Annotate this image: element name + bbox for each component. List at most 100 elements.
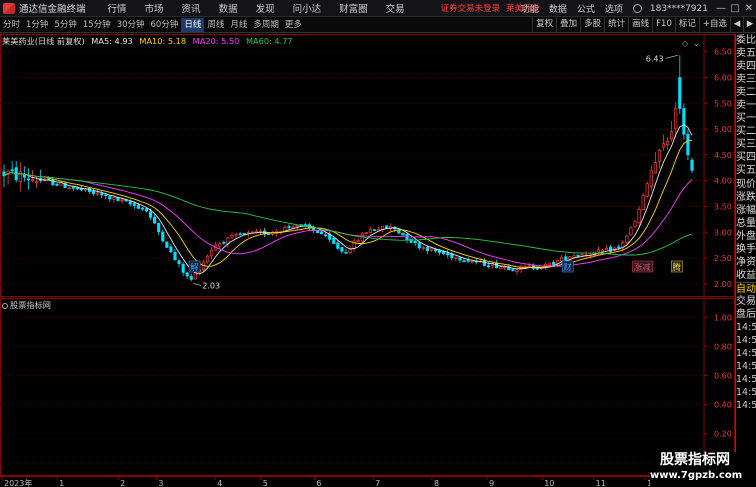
x-tick-label: 6	[316, 479, 321, 487]
candle-body	[173, 252, 177, 260]
candle-body	[165, 241, 169, 248]
kline-chart[interactable]: 6.50 6.00 5.50 5.00 4.50 4.00 3.50 3.00 2.50 2.00…	[0, 34, 735, 297]
candle-body	[210, 249, 214, 257]
tool-adjust[interactable]: 复权	[532, 17, 556, 32]
app-logo-icon	[3, 2, 15, 14]
candle-body	[128, 201, 132, 205]
book-section-label: 交易	[736, 295, 756, 307]
candle-body	[645, 183, 649, 197]
x-tick-label: 9	[489, 479, 494, 487]
menu-news[interactable]: 资讯	[182, 1, 201, 15]
period-weekly[interactable]: 周线	[204, 18, 227, 32]
menu-wealth[interactable]: 财富圈	[339, 1, 368, 15]
candle-body	[96, 192, 100, 195]
candle-body	[568, 256, 572, 260]
menu-formula[interactable]: 公式	[577, 2, 595, 15]
candle-body	[446, 252, 450, 256]
candle-body	[144, 208, 149, 212]
y-tick-label: 5.00	[714, 125, 732, 134]
tool-f10[interactable]: F10	[652, 17, 675, 32]
prev-arrow-icon[interactable]: ◀	[730, 17, 743, 32]
candle-body	[466, 260, 470, 262]
book-row-label: 买四	[736, 152, 756, 164]
user-avatar-icon[interactable]	[632, 4, 642, 13]
menu-options[interactable]: 选项	[605, 2, 623, 15]
candle-body	[193, 272, 197, 280]
period-15min[interactable]: 15分钟	[80, 18, 114, 32]
candle-body	[230, 235, 234, 238]
menu-quotes[interactable]: 行情	[108, 1, 127, 15]
book-row-label: 卖一	[736, 100, 756, 112]
candle-body	[429, 247, 434, 251]
minimize-button[interactable]: —	[714, 3, 728, 14]
period-1min[interactable]: 1分钟	[23, 18, 51, 32]
trade-time: 14:5	[736, 335, 756, 347]
x-tick-label: 5	[263, 479, 268, 487]
period-60min[interactable]: 60分钟	[148, 18, 182, 32]
menu-data[interactable]: 数据	[219, 1, 238, 15]
menu-data-right[interactable]: 数据	[549, 2, 567, 15]
tool-add-watchlist[interactable]: +自选	[698, 17, 730, 32]
candle-body	[148, 211, 153, 218]
period-monthly[interactable]: 月线	[227, 18, 250, 32]
candle-body	[340, 247, 344, 252]
candle-body	[189, 276, 193, 280]
menu-market[interactable]: 市场	[145, 1, 164, 15]
tool-overlay[interactable]: 叠加	[556, 17, 580, 32]
indicator-settings-icon[interactable]	[2, 303, 8, 309]
trade-login-notice[interactable]: 证券交易未登录	[441, 2, 501, 14]
ma10-line	[3, 140, 693, 269]
close-button[interactable]: ✕	[742, 3, 756, 14]
candle-body	[682, 108, 686, 135]
tool-mark[interactable]: 标记	[674, 17, 699, 32]
period-30min[interactable]: 30分钟	[114, 18, 148, 32]
x-tick-label: 11	[596, 479, 606, 487]
candle-body	[401, 232, 405, 236]
period-intraday[interactable]: 分时	[0, 18, 23, 32]
candle-body	[425, 247, 429, 252]
candle-body	[547, 262, 552, 266]
watermark-url: www.7gpzb.com	[650, 470, 743, 481]
period-5min[interactable]: 5分钟	[51, 18, 79, 32]
candle-body	[222, 241, 226, 244]
maximize-button[interactable]: □	[728, 3, 742, 14]
book-row-label: 换手	[736, 243, 756, 255]
indicator-title: 股票指标网	[10, 300, 51, 310]
tool-multi-stock[interactable]: 多股	[580, 17, 604, 32]
x-tick-label: 2023年	[4, 478, 32, 487]
ma5-line	[3, 124, 693, 275]
candle-body	[140, 207, 144, 210]
period-more[interactable]: 更多	[282, 18, 305, 32]
candle-body	[486, 265, 491, 268]
chart-toolbar: 分时 1分钟 5分钟 15分钟 30分钟 60分钟 日线 周线 月线 多周期 更…	[0, 17, 756, 33]
candle-body	[617, 246, 621, 249]
pin-icon: ◇	[682, 39, 689, 48]
menu-discover[interactable]: 发现	[256, 1, 275, 15]
candle-body	[495, 262, 499, 269]
trade-time: 14:5	[736, 361, 756, 373]
period-daily[interactable]: 日线	[181, 17, 205, 32]
x-tick-label: 4	[217, 479, 222, 487]
tool-draw[interactable]: 画线	[628, 17, 652, 32]
candle-body	[600, 250, 605, 252]
tool-stats[interactable]: 统计	[604, 17, 628, 32]
site-watermark: 股票指标网 www.7gpzb.com	[650, 452, 743, 486]
period-multi[interactable]: 多周期	[250, 18, 282, 32]
y-tick-label: 1.00	[714, 313, 732, 322]
candle-body	[67, 187, 71, 190]
menu-trade[interactable]: 交易	[386, 1, 405, 15]
x-tick-label: 7	[375, 479, 380, 487]
candle-body	[132, 203, 136, 206]
candle-body	[462, 260, 466, 263]
watermark-title: 股票指标网	[660, 452, 730, 468]
next-arrow-icon[interactable]: ▶	[743, 17, 756, 32]
menu-function[interactable]: 功能	[521, 2, 539, 15]
y-tick-label: 3.50	[714, 202, 732, 211]
ma-legend: 莱美药业(日线 前复权) MA5: 4.93 MA10: 5.18 MA20: …	[2, 35, 297, 47]
x-tick-label: 3	[158, 479, 163, 487]
menu-ask[interactable]: 问小达	[293, 1, 322, 15]
candle-body	[242, 232, 246, 235]
book-row-label: 涨跌	[736, 191, 756, 203]
indicator-chart[interactable]: 1.000.800.600.400.200.00	[0, 298, 735, 476]
user-account[interactable]: 183****7921	[650, 4, 708, 14]
